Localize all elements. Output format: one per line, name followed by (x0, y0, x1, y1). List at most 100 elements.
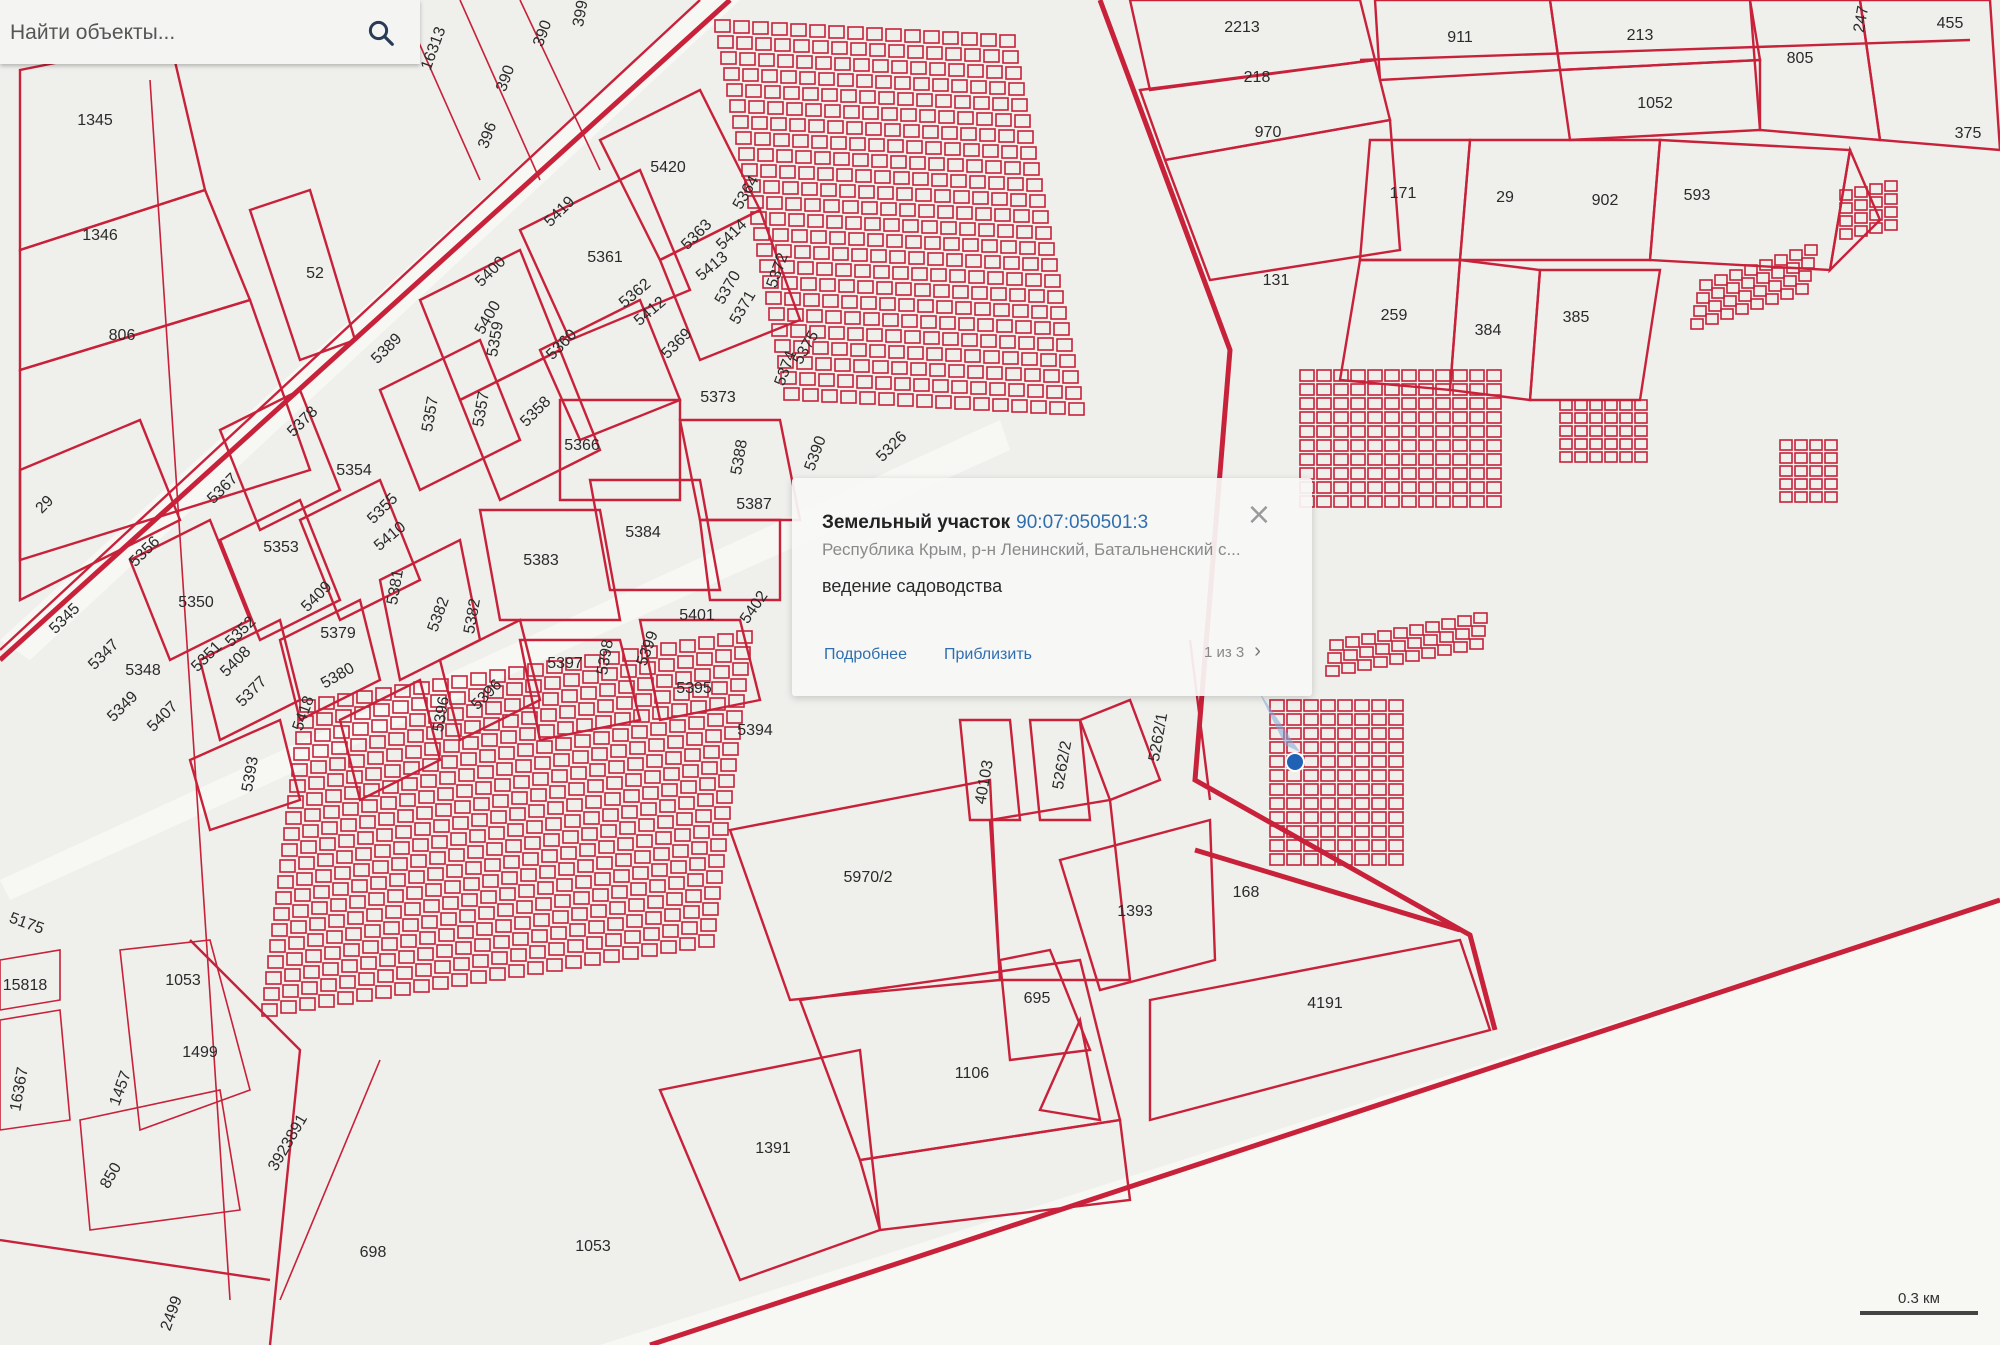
garden-plot (834, 358, 851, 372)
garden-plot (658, 658, 675, 672)
garden-plot (1738, 290, 1752, 302)
garden-plot (1388, 755, 1404, 768)
garden-plot (1452, 481, 1468, 494)
garden-plot (717, 633, 734, 647)
garden-plot (1357, 659, 1372, 671)
plot-number-label: 5401 (679, 607, 715, 624)
garden-plot (674, 828, 691, 842)
garden-plot (454, 800, 471, 814)
zoom-in-link[interactable]: Приблизить (944, 646, 1032, 664)
cadastral-number-link[interactable]: 90:07:050501:3 (1016, 512, 1148, 533)
garden-plot (491, 951, 508, 965)
details-link[interactable]: Подробнее (824, 646, 907, 664)
garden-plot (566, 798, 583, 812)
garden-plot (531, 929, 548, 943)
garden-plot (1003, 256, 1020, 270)
garden-plot (802, 388, 819, 402)
garden-plot (831, 41, 848, 55)
garden-plot (1756, 272, 1770, 284)
plot-number-label: 247 (1851, 5, 1872, 34)
garden-plot (1371, 839, 1387, 852)
plot-number-label: 5379 (320, 625, 356, 642)
garden-plot (520, 868, 537, 882)
location-marker-icon[interactable] (1258, 690, 1305, 772)
garden-plot (818, 373, 835, 387)
garden-plot (771, 22, 788, 36)
garden-plot (458, 768, 475, 782)
garden-plot (754, 132, 771, 146)
garden-plot (1359, 646, 1374, 658)
garden-plot (542, 692, 559, 706)
garden-plot (553, 753, 570, 767)
garden-plot (461, 893, 478, 907)
garden-plot (439, 771, 456, 785)
garden-plot (1809, 491, 1823, 503)
garden-plot (718, 774, 735, 788)
garden-plot (1401, 481, 1417, 494)
plot-number-label: 593 (1684, 187, 1711, 204)
garden-plot (480, 890, 497, 904)
search-icon[interactable] (366, 18, 396, 48)
garden-plot (277, 875, 294, 889)
garden-plot (406, 886, 423, 900)
garden-plot (527, 961, 544, 975)
garden-plot (345, 927, 362, 941)
garden-plot (1774, 254, 1788, 266)
garden-plot (1839, 228, 1853, 240)
garden-plot (642, 786, 659, 800)
garden-plot (609, 901, 626, 915)
garden-plot (715, 649, 732, 663)
garden-plot (1043, 369, 1060, 383)
garden-plot (1337, 713, 1353, 726)
garden-plot (265, 971, 282, 985)
plot-number-label: 52 (306, 265, 324, 282)
garden-plot (398, 950, 415, 964)
garden-plot (511, 791, 528, 805)
garden-plot (688, 716, 705, 730)
garden-plot (1286, 797, 1302, 810)
garden-plot (1604, 438, 1618, 450)
plot-number-label: 1393 (1117, 903, 1153, 920)
garden-plot (800, 277, 817, 291)
garden-plot (1303, 755, 1319, 768)
garden-plot (790, 23, 807, 37)
plot-number-label: 3993 (570, 0, 593, 28)
garden-plot (269, 939, 286, 953)
garden-plot (1316, 439, 1332, 452)
search-input[interactable] (8, 14, 352, 52)
garden-plot (1388, 811, 1404, 824)
garden-plot (504, 698, 521, 712)
close-icon[interactable]: × (1242, 498, 1276, 532)
plot-number-label: 1391 (755, 1140, 791, 1157)
garden-plot (955, 301, 972, 315)
garden-plot (524, 836, 541, 850)
garden-plot (791, 229, 808, 243)
garden-plot (1354, 769, 1370, 782)
garden-plot (606, 776, 623, 790)
garden-plot (985, 160, 1002, 174)
garden-plot (558, 862, 575, 876)
garden-plot (847, 327, 864, 341)
garden-plot (1384, 425, 1400, 438)
garden-plot (1634, 399, 1648, 411)
garden-plot (1377, 630, 1392, 642)
garden-plot (1388, 853, 1404, 866)
garden-plot (317, 853, 334, 867)
garden-plot (375, 985, 392, 999)
garden-plot (1409, 624, 1424, 636)
garden-plot (1750, 298, 1764, 310)
garden-plot (435, 803, 452, 817)
garden-plot (998, 129, 1015, 143)
garden-plot (1017, 130, 1034, 144)
garden-plot (833, 152, 850, 166)
garden-plot (865, 122, 882, 136)
garden-plot (695, 809, 712, 823)
garden-plot (756, 243, 773, 257)
chevron-right-icon[interactable]: › (1254, 640, 1261, 662)
garden-plot (307, 933, 324, 947)
garden-plot (1884, 193, 1898, 205)
garden-plot (811, 135, 828, 149)
garden-plot (507, 823, 524, 837)
garden-plot (1029, 194, 1046, 208)
garden-plot (1418, 383, 1434, 396)
